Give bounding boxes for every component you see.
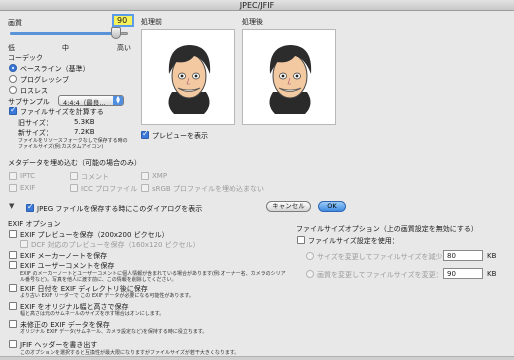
use-filesize-checkbox[interactable]: [297, 236, 305, 244]
change-quality-unit: KB: [487, 270, 497, 278]
exif-date-checkbox[interactable]: [9, 284, 17, 292]
exif-orig-size-note: 幅と高さは元のサムネールのサイズを示す場合はオンにします。: [20, 311, 165, 317]
preview-before-label: 処理前: [141, 18, 162, 26]
window-bottom-edge: [0, 356, 514, 360]
srgb-profile-label[interactable]: sRGB プロファイルを埋め込まない: [152, 184, 264, 194]
filesize-note: ファイルをリソースフォークなしで保存する時のファイルサイズ(例:カスタムアイコン…: [18, 138, 128, 150]
calc-filesize-checkbox[interactable]: [9, 105, 17, 115]
preview-after-label: 処理後: [242, 18, 263, 26]
change-quality-radio[interactable]: [306, 270, 314, 278]
portrait-illustration-after: [269, 45, 312, 114]
quality-mid-label: 中: [62, 44, 69, 52]
xmp-label[interactable]: XMP: [152, 172, 167, 180]
window-title: JPEC/JFIF: [239, 1, 275, 10]
exif-meta-checkbox[interactable]: [9, 184, 17, 192]
new-size-label: 新サイズ：: [18, 129, 53, 137]
show-dialog-checkbox[interactable]: [26, 202, 34, 212]
dcf-preview-checkbox[interactable]: [20, 240, 28, 248]
xmp-checkbox[interactable]: [141, 172, 149, 180]
preview-before-image: [141, 29, 235, 125]
show-preview-label[interactable]: プレビューを表示: [152, 131, 208, 141]
quality-high-label: 高い: [117, 44, 131, 52]
reduce-size-unit: KB: [487, 252, 497, 260]
old-size-label: 旧サイズ：: [18, 119, 53, 127]
codec-baseline-label[interactable]: ベースライン（基準）: [20, 64, 90, 74]
codec-baseline-radio[interactable]: [9, 64, 17, 72]
metadata-heading: メタデータを埋め込む（可能の場合のみ）: [8, 159, 141, 167]
user-comment-checkbox[interactable]: [9, 261, 17, 269]
exif-preview-label[interactable]: EXIF プレビューを保存（200x200 ピクセル）: [20, 230, 169, 240]
disclosure-triangle-icon[interactable]: ▼: [9, 202, 14, 210]
comment-label[interactable]: コメント: [81, 172, 109, 182]
quality-field[interactable]: 90: [112, 14, 134, 27]
exif-orig-size-checkbox[interactable]: [9, 302, 17, 310]
change-quality-input[interactable]: 90: [443, 268, 483, 279]
codec-lossless-radio[interactable]: [9, 86, 17, 94]
change-quality-label[interactable]: 画質を変更してファイルサイズを変更：: [317, 270, 443, 280]
subsample-select[interactable]: 4:4:4（最良… ▲ ▼: [58, 95, 124, 107]
icc-profile-checkbox[interactable]: [70, 184, 78, 192]
codec-progressive-radio[interactable]: [9, 75, 17, 83]
exif-date-note: より古い EXIF リーダーで この EXIF データが必要になる可能性がありま…: [20, 293, 194, 299]
codec-progressive-label[interactable]: プログレッシブ: [20, 75, 69, 85]
quality-slider-thumb[interactable]: [111, 27, 121, 39]
new-size-value: 7.2KB: [74, 128, 95, 136]
exif-unmodified-checkbox[interactable]: [9, 320, 17, 328]
quality-label: 画質: [8, 19, 22, 27]
show-dialog-label[interactable]: JPEG ファイルを保存する時にこのダイアログを表示: [37, 204, 202, 214]
reduce-size-radio[interactable]: [306, 252, 314, 260]
exif-preview-checkbox[interactable]: [9, 230, 17, 238]
chevron-updown-icon: ▲ ▼: [113, 96, 123, 105]
codec-lossless-label[interactable]: ロスレス: [20, 86, 48, 96]
ok-button[interactable]: OK: [318, 201, 346, 212]
jfif-header-checkbox[interactable]: [9, 340, 17, 348]
exif-options-heading: EXIF オプション: [8, 220, 61, 228]
srgb-profile-checkbox[interactable]: [141, 184, 149, 192]
quality-low-label: 低: [8, 44, 15, 52]
portrait-illustration-before: [168, 45, 211, 114]
user-comment-label[interactable]: EXIF ユーザーコメントを保存: [20, 261, 114, 271]
codec-label: コーデック: [8, 54, 43, 62]
old-size-value: 5.3KB: [74, 118, 95, 126]
jfif-header-label[interactable]: JFIF ヘッダーを書き出す: [20, 340, 97, 350]
maker-note-checkbox[interactable]: [9, 251, 17, 259]
use-filesize-label[interactable]: ファイルサイズ設定を使用：: [308, 236, 399, 246]
maker-note-label[interactable]: EXIF メーカーノートを保存: [20, 251, 107, 261]
exif-unmodified-note: オリジナル EXIF データ(サムネール、カメラ設定など)を保持する時に役立ちま…: [20, 329, 208, 335]
calc-filesize-label[interactable]: ファイルサイズを計算する: [20, 107, 104, 117]
dcf-preview-label[interactable]: DCF 対応のプレビューを保存（160x120 ピクセル）: [31, 240, 200, 250]
reduce-size-input[interactable]: 80: [443, 250, 483, 261]
icc-profile-label[interactable]: ICC プロファイル: [81, 184, 137, 194]
iptc-label[interactable]: IPTC: [20, 172, 35, 180]
reduce-size-label[interactable]: サイズを変更してファイルサイズを減少：: [317, 252, 449, 262]
iptc-checkbox[interactable]: [9, 172, 17, 180]
exif-meta-label[interactable]: EXIF: [20, 184, 35, 192]
filesize-options-heading: ファイルサイズオプション（上の画質設定を無効にする）: [296, 225, 478, 233]
cancel-button[interactable]: キャンセル: [266, 201, 311, 212]
quality-slider-fill: [10, 32, 116, 35]
show-preview-checkbox[interactable]: [141, 129, 149, 139]
subsample-value: 4:4:4（最良…: [63, 99, 106, 107]
comment-checkbox[interactable]: [70, 172, 78, 180]
preview-after-image: [242, 29, 336, 125]
exif-comment-note: EXIF のメーカーノートとユーザーコメントに個人情報が含まれている場合がありま…: [20, 271, 286, 283]
